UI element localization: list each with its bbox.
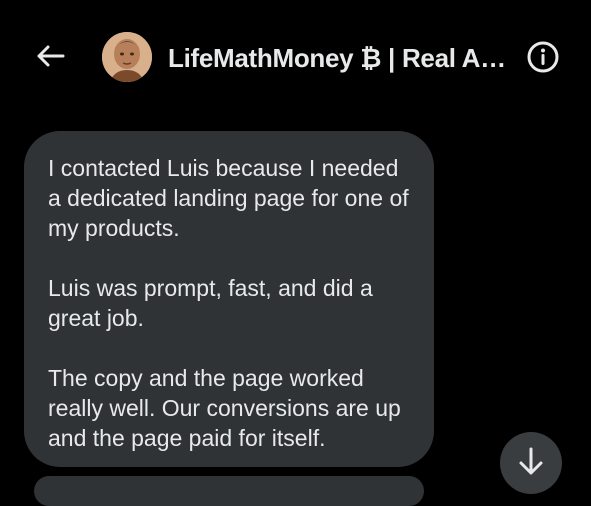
message-bubble[interactable]: I contacted Luis because I needed a dedi… — [24, 131, 434, 467]
message-paragraph: The copy and the page worked really well… — [48, 365, 401, 451]
message-paragraph: I contacted Luis because I needed a dedi… — [48, 155, 409, 241]
arrow-down-icon — [519, 447, 543, 475]
arrow-left-icon — [37, 45, 65, 67]
conversation-header: LifeMathMoney ₿ | Real Adv... — [0, 0, 591, 112]
message-paragraph: Luis was prompt, fast, and did a great j… — [48, 275, 373, 331]
info-icon — [527, 41, 559, 73]
back-button[interactable] — [32, 38, 68, 74]
scroll-to-bottom-button[interactable] — [500, 432, 562, 494]
avatar-image — [102, 32, 152, 82]
avatar[interactable] — [102, 32, 152, 82]
info-button[interactable] — [526, 40, 560, 74]
chat-title[interactable]: LifeMathMoney ₿ | Real Adv... — [168, 40, 520, 76]
